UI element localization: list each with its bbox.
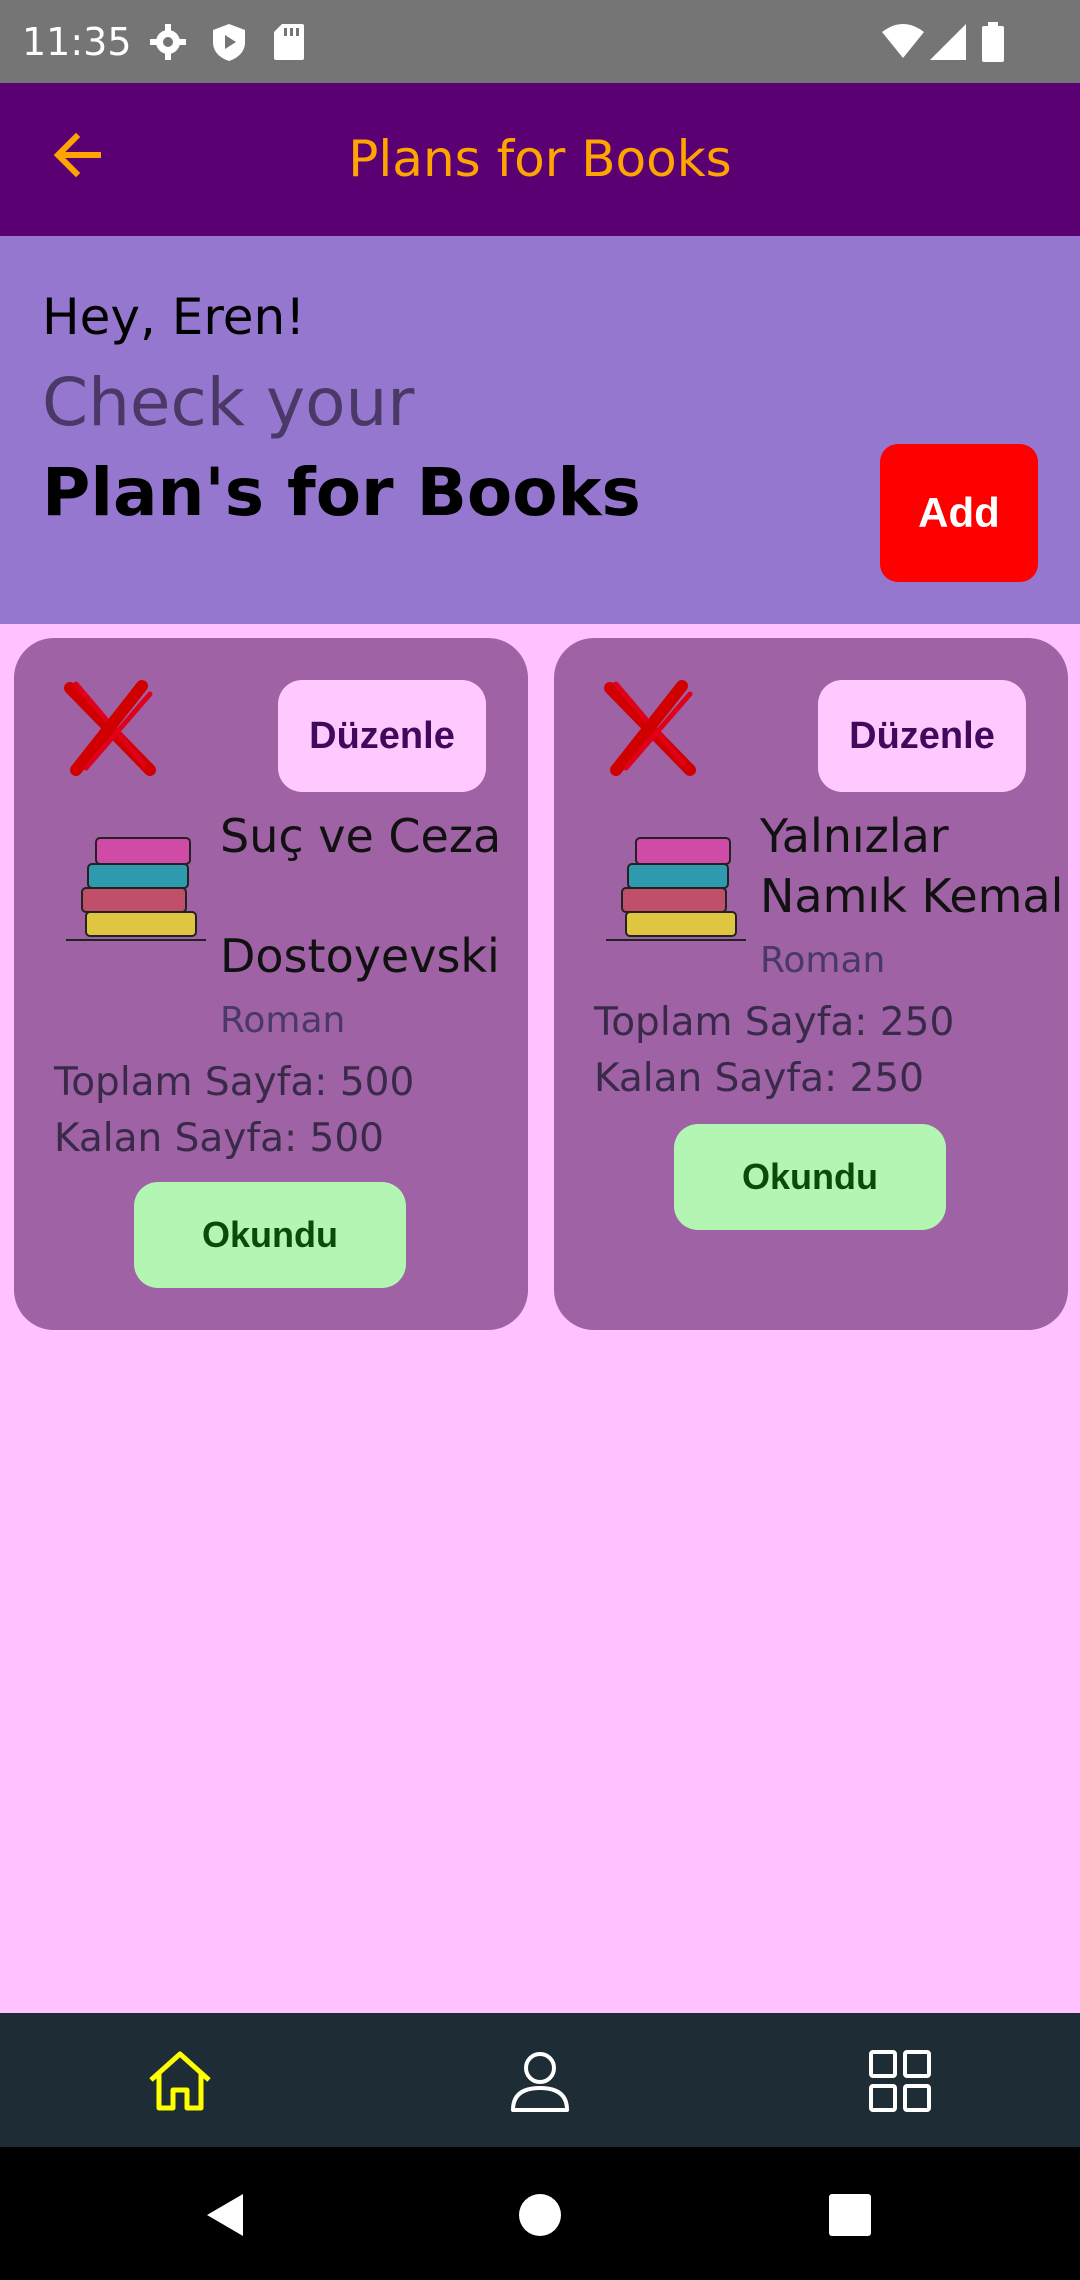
total-pages: Toplam Sayfa: 500 bbox=[54, 1060, 415, 1105]
home-circle-icon bbox=[515, 2190, 565, 2245]
person-icon bbox=[505, 2046, 575, 2121]
battery-icon bbox=[980, 22, 1006, 67]
total-pages: Toplam Sayfa: 250 bbox=[594, 1000, 955, 1045]
book-stack-icon bbox=[66, 824, 206, 944]
cell-signal-icon bbox=[928, 22, 968, 67]
greeting-text: Hey, Eren! bbox=[42, 288, 306, 346]
app-bar: Plans for Books bbox=[0, 83, 1080, 236]
system-recents-button[interactable] bbox=[810, 2177, 890, 2257]
header-panel: Hey, Eren! Check your Plan's for Books A… bbox=[0, 236, 1080, 624]
shield-play-icon bbox=[210, 22, 248, 67]
mark-read-button[interactable]: Okundu bbox=[134, 1182, 406, 1288]
settings-icon bbox=[148, 22, 188, 67]
back-button[interactable] bbox=[40, 119, 116, 195]
sd-card-icon bbox=[272, 22, 306, 67]
book-author: Dostoyevski bbox=[220, 929, 500, 983]
recents-square-icon bbox=[825, 2190, 875, 2245]
nav-home[interactable] bbox=[130, 2033, 230, 2133]
back-triangle-icon bbox=[201, 2190, 251, 2245]
bottom-navigation bbox=[0, 2013, 1080, 2147]
wifi-icon bbox=[880, 22, 926, 67]
edit-button[interactable]: Düzenle bbox=[818, 680, 1026, 792]
book-genre: Roman bbox=[220, 1000, 346, 1041]
section-heading: Plan's for Books bbox=[42, 454, 641, 531]
page-title: Plans for Books bbox=[348, 130, 732, 188]
status-time: 11:35 bbox=[22, 20, 132, 64]
book-title: Yalnızlar bbox=[760, 809, 949, 863]
book-author: Namık Kemal bbox=[760, 869, 1064, 923]
system-home-button[interactable] bbox=[500, 2177, 580, 2257]
grid-icon bbox=[865, 2046, 935, 2121]
book-card: Düzenle Yalnızlar Namık Kemal Roman Topl… bbox=[554, 638, 1068, 1330]
book-card: Düzenle Suç ve Ceza Dostoyevski Roman To… bbox=[14, 638, 528, 1330]
home-icon bbox=[145, 2046, 215, 2121]
book-title: Suç ve Ceza bbox=[220, 809, 502, 863]
system-back-button[interactable] bbox=[186, 2177, 266, 2257]
arrow-back-icon bbox=[50, 127, 106, 188]
nav-grid[interactable] bbox=[850, 2033, 950, 2133]
mark-read-button[interactable]: Okundu bbox=[674, 1124, 946, 1230]
book-genre: Roman bbox=[760, 940, 886, 981]
status-bar: 11:35 bbox=[0, 0, 1080, 83]
nav-profile[interactable] bbox=[490, 2033, 590, 2133]
delete-x-icon[interactable] bbox=[602, 678, 702, 778]
subtitle-text: Check your bbox=[42, 364, 415, 441]
system-navigation bbox=[0, 2147, 1080, 2280]
add-button[interactable]: Add bbox=[880, 444, 1038, 582]
remaining-pages: Kalan Sayfa: 250 bbox=[594, 1056, 924, 1101]
edit-button[interactable]: Düzenle bbox=[278, 680, 486, 792]
delete-x-icon[interactable] bbox=[62, 678, 162, 778]
remaining-pages: Kalan Sayfa: 500 bbox=[54, 1116, 384, 1161]
book-stack-icon bbox=[606, 824, 746, 944]
